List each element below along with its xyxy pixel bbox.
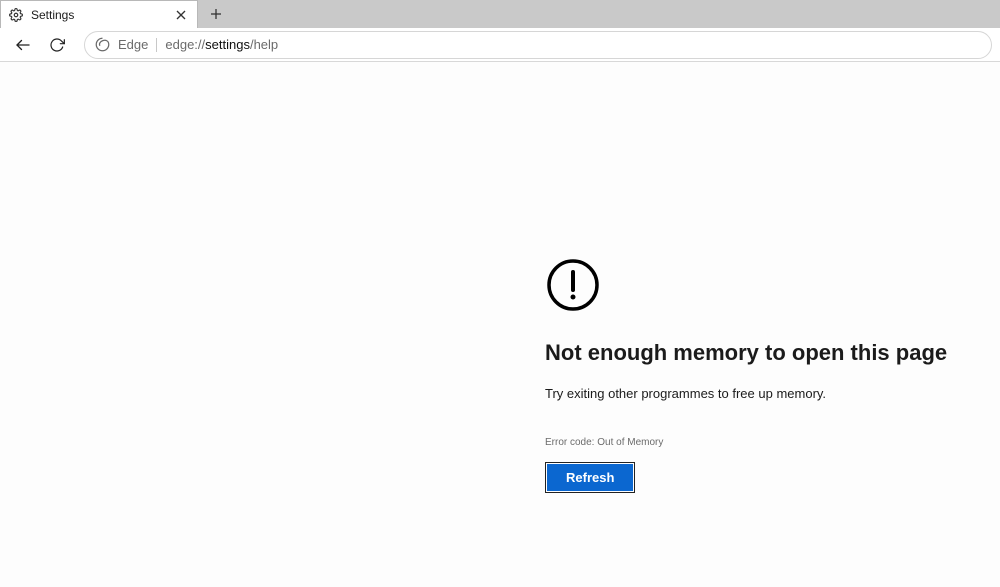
refresh-nav-button[interactable] <box>42 30 72 60</box>
address-bar[interactable]: Edge edge://settings/help <box>84 31 992 59</box>
back-button[interactable] <box>8 30 38 60</box>
tab-settings[interactable]: Settings <box>0 0 198 28</box>
error-code: Error code: Out of Memory <box>545 437 945 448</box>
error-subtitle: Try exiting other programmes to free up … <box>545 386 945 401</box>
close-icon[interactable] <box>173 7 189 23</box>
address-divider <box>156 38 157 52</box>
tab-title: Settings <box>31 8 165 22</box>
url-prefix: edge:// <box>165 37 205 52</box>
refresh-button[interactable]: Refresh <box>545 462 635 493</box>
edge-icon <box>95 37 110 52</box>
page-content: Not enough memory to open this page Try … <box>0 62 1000 587</box>
warning-circle-icon <box>545 257 945 318</box>
gear-icon <box>9 8 23 22</box>
url-bold: settings <box>205 37 250 52</box>
url-suffix: /help <box>250 37 278 52</box>
edge-label: Edge <box>118 37 148 52</box>
url-text: edge://settings/help <box>165 37 981 52</box>
error-title: Not enough memory to open this page <box>545 340 945 366</box>
toolbar: Edge edge://settings/help <box>0 28 1000 62</box>
tab-strip: Settings <box>0 0 1000 28</box>
new-tab-button[interactable] <box>202 0 230 28</box>
error-block: Not enough memory to open this page Try … <box>545 257 945 493</box>
